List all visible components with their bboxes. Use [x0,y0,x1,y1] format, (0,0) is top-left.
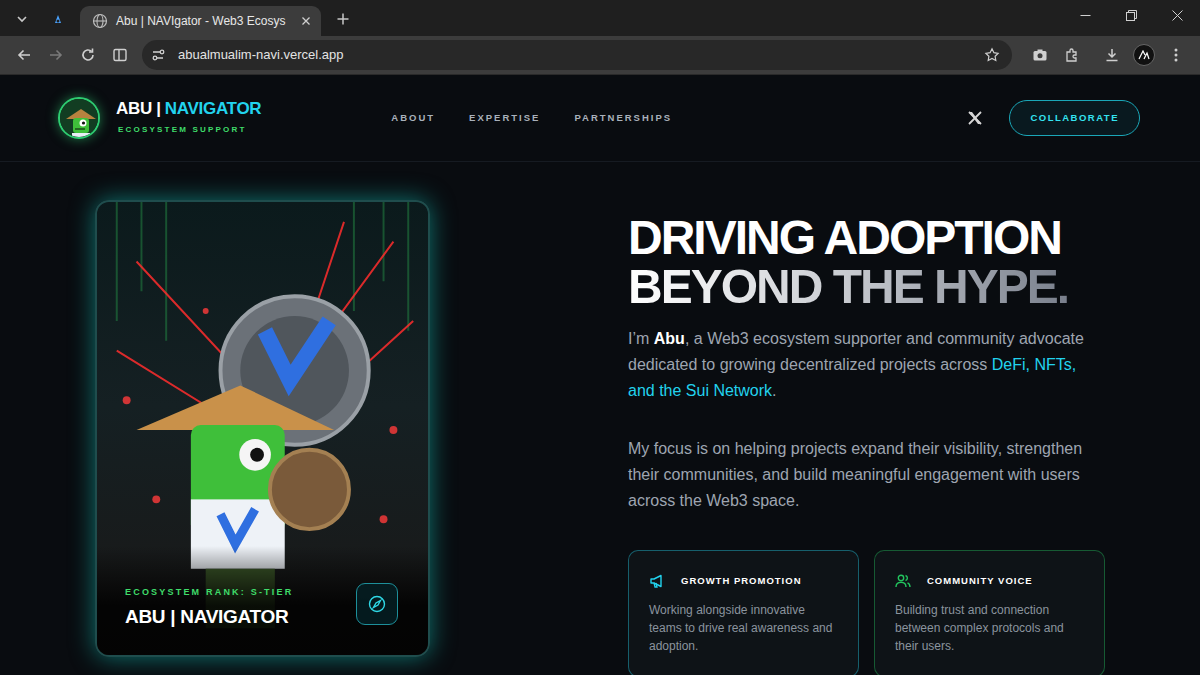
downloads-button[interactable] [1096,39,1128,71]
frog-avatar-icon [60,99,100,139]
minimize-icon [1080,10,1091,21]
compass-icon [368,595,386,613]
users-icon [895,573,911,589]
tab-search-button[interactable] [8,6,36,32]
extensions-button[interactable] [1056,39,1088,71]
menu-button[interactable] [1160,39,1192,71]
feature-title: COMMUNITY VOICE [927,574,1033,588]
star-icon[interactable] [984,47,1000,63]
restore-icon [1126,10,1137,21]
brand-tagline: ECOSYSTEM SUPPORT [116,124,261,136]
profile-card: ECOSYSTEM RANK: S-TIER ABU | NAVIGATOR [95,200,430,657]
nav-link[interactable]: ABOUT [391,107,435,129]
feature-title: GROWTH PROMOTION [681,574,802,588]
brand[interactable]: ABU |NAVIGATOR ECOSYSTEM SUPPORT [58,97,261,139]
feature-text: Building trust and connection between co… [895,601,1086,655]
chevron-down-icon [16,13,28,25]
profile-logo-icon [1138,50,1150,60]
tab-strip: Abu | NAVIgator - Web3 Ecosys [0,0,1200,36]
nav-links: ABOUT EXPERTISE PARTNERSHIPS [391,107,672,129]
collaborate-button[interactable]: COLLABORATE [1009,100,1140,136]
reload-icon [80,47,96,63]
pinned-tab[interactable] [44,6,72,32]
intro-text: . [772,382,776,399]
globe-icon [92,13,108,29]
focus-paragraph: My focus is on helping projects expand t… [628,436,1106,514]
x-logo-icon [967,110,983,126]
close-icon[interactable] [301,16,311,26]
intro-name: Abu [654,330,685,347]
feature-text: Working alongside innovative teams to dr… [649,601,840,655]
site-navbar: ABU |NAVIGATOR ECOSYSTEM SUPPORT ABOUT E… [0,75,1200,162]
app-logo-icon [51,12,65,26]
minimize-button[interactable] [1062,0,1108,30]
brand-name: ABU | [116,99,161,118]
address-bar[interactable]: abualmualim-navi.vercel.app [142,40,1012,70]
back-button[interactable] [8,39,40,71]
hero-right: DRIVING ADOPTION BEYOND THE HYPE. I’m Ab… [628,200,1106,675]
intro-paragraph: I’m Abu, a Web3 ecosystem supporter and … [628,326,1106,404]
hero-left: ECOSYSTEM RANK: S-TIER ABU | NAVIGATOR [95,200,628,675]
intro-text: I’m [628,330,654,347]
forward-button[interactable] [40,39,72,71]
x-link[interactable] [967,110,983,126]
headline-line: BEYOND THE HYPE. [628,263,1106,312]
profile-button[interactable] [1128,39,1160,71]
browser-tab[interactable]: Abu | NAVIgator - Web3 Ecosys [80,6,321,36]
new-tab-button[interactable] [329,6,357,32]
site-info-icon[interactable] [150,47,166,63]
brand-accent: NAVIGATOR [165,99,261,118]
split-view-icon [112,47,128,63]
hero-section: ECOSYSTEM RANK: S-TIER ABU | NAVIGATOR D… [0,162,1200,675]
logo-avatar [58,97,100,139]
profile-avatar [1133,44,1155,66]
more-icon [1174,47,1178,63]
feature-cards: GROWTH PROMOTION Working alongside innov… [628,550,1106,675]
reload-button[interactable] [72,39,104,71]
feature-card: COMMUNITY VOICE Building trust and conne… [874,550,1105,675]
arrow-right-icon [48,47,64,63]
url-text: abualmualim-navi.vercel.app [178,45,343,65]
feature-card: GROWTH PROMOTION Working alongside innov… [628,550,859,675]
restore-button[interactable] [1108,0,1154,30]
nav-link[interactable]: PARTNERSHIPS [574,107,672,129]
headline-line: DRIVING ADOPTION [628,214,1106,263]
arrow-left-icon [16,47,32,63]
download-icon [1104,47,1120,63]
browser-toolbar: abualmualim-navi.vercel.app [0,36,1200,75]
screenshot-button[interactable] [1024,39,1056,71]
camera-icon [1032,47,1048,63]
split-view-button[interactable] [104,39,136,71]
megaphone-icon [649,573,665,589]
tab-title: Abu | NAVIgator - Web3 Ecosys [116,12,285,30]
puzzle-icon [1064,47,1080,63]
plus-icon [336,12,350,26]
navigate-button[interactable] [356,583,398,625]
close-icon [1172,10,1183,21]
close-window-button[interactable] [1154,0,1200,30]
nav-link[interactable]: EXPERTISE [469,107,540,129]
